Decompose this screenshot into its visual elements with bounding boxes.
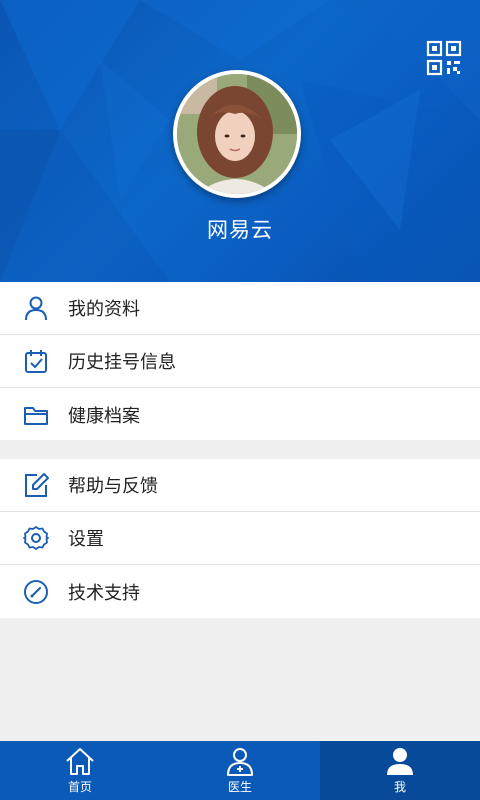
menu-item-label: 帮助与反馈 [68, 476, 158, 497]
home-icon [66, 748, 94, 775]
menu-item-label: 设置 [68, 529, 104, 550]
profile-header: 网易云 [0, 0, 480, 282]
person-icon [387, 748, 413, 775]
tab-label: 医生 [227, 780, 252, 794]
tab-me[interactable]: 我 [320, 741, 480, 800]
menu-group-profile: 我的资料 历史挂号信息 健康档案 [0, 282, 480, 440]
edit-icon [22, 471, 50, 499]
menu-group-settings: 帮助与反馈 设置 技术支持 [0, 459, 480, 618]
gauge-icon [22, 578, 50, 606]
menu-item-registration-history[interactable]: 历史挂号信息 [0, 335, 480, 388]
menu-item-help-feedback[interactable]: 帮助与反馈 [0, 459, 480, 512]
qr-code-button[interactable] [426, 40, 462, 76]
tab-doctor[interactable]: 医生 [160, 741, 320, 800]
username: 网易云 [207, 218, 273, 242]
gear-icon [22, 524, 50, 552]
qr-code-icon [426, 40, 462, 76]
doctor-icon [227, 748, 253, 776]
calendar-check-icon [22, 347, 50, 375]
user-avatar-photo [177, 74, 297, 194]
menu-item-settings[interactable]: 设置 [0, 512, 480, 565]
menu-item-health-records[interactable]: 健康档案 [0, 388, 480, 441]
menu-item-tech-support[interactable]: 技术支持 [0, 565, 480, 618]
menu-item-label: 技术支持 [68, 582, 140, 604]
tab-label: 我 [393, 780, 406, 794]
menu-item-label: 历史挂号信息 [68, 352, 176, 373]
menu-item-label: 健康档案 [68, 405, 140, 427]
menu-item-my-profile[interactable]: 我的资料 [0, 282, 480, 335]
folder-icon [22, 401, 50, 429]
bottom-tab-bar: 首页 医生 我 [0, 741, 480, 800]
tab-label: 首页 [67, 780, 92, 794]
menu-item-label: 我的资料 [68, 299, 140, 320]
tab-home[interactable]: 首页 [0, 741, 160, 800]
user-icon [22, 294, 50, 322]
avatar[interactable] [173, 70, 301, 198]
